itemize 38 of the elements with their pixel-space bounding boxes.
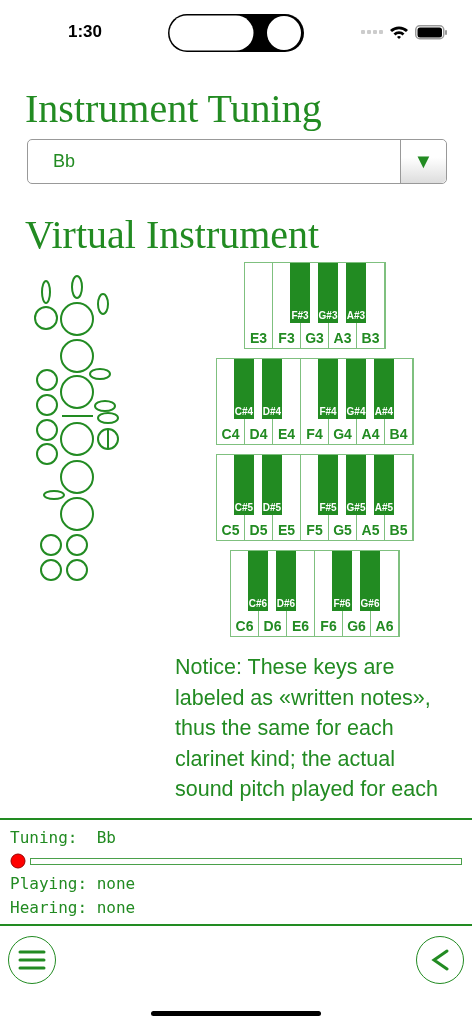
sharp-key[interactable]: C#6 [248, 551, 268, 611]
back-icon [431, 949, 449, 971]
tuning-value: Bb [96, 827, 116, 849]
sharp-key[interactable]: C#5 [234, 455, 254, 515]
battery-icon [415, 24, 448, 40]
back-button[interactable] [416, 936, 464, 984]
sharp-key[interactable]: G#6 [360, 551, 380, 611]
dropdown-value: Bb [52, 150, 77, 173]
sharp-key[interactable]: F#5 [318, 455, 338, 515]
sharp-key[interactable]: G#5 [346, 455, 366, 515]
sharp-key[interactable]: A#3 [346, 263, 366, 323]
sharp-key[interactable]: F#4 [318, 359, 338, 419]
wifi-icon [389, 24, 409, 40]
sharp-key[interactable]: D#4 [262, 359, 282, 419]
signal-icon [361, 29, 383, 35]
section-heading: Instrument Tuning [25, 86, 323, 132]
sharp-key[interactable]: F#6 [332, 551, 352, 611]
tuning-dropdown[interactable]: Bb ▼ [27, 139, 447, 184]
sharp-key[interactable]: D#6 [276, 551, 296, 611]
record-dot-icon [10, 853, 26, 869]
sharp-key[interactable]: D#5 [262, 455, 282, 515]
sharp-key[interactable]: G#4 [346, 359, 366, 419]
tuning-label: Tuning: [10, 827, 79, 849]
menu-icon [18, 950, 46, 970]
hearing-value: none [96, 897, 136, 919]
playing-value: none [96, 873, 136, 895]
status-time: 1:30 [68, 22, 104, 42]
natural-key[interactable]: E3 [245, 323, 273, 348]
hearing-label: Hearing: [10, 897, 89, 919]
sharp-key[interactable]: G#3 [318, 263, 338, 323]
sharp-key[interactable]: F#3 [290, 263, 310, 323]
sharp-key[interactable]: A#5 [374, 455, 394, 515]
menu-button[interactable] [8, 936, 56, 984]
sharp-key[interactable]: A#4 [374, 359, 394, 419]
sharp-key[interactable]: C#4 [234, 359, 254, 419]
playing-label: Playing: [10, 873, 89, 895]
section-heading: Virtual Instrument [25, 212, 321, 258]
notice-text: Notice: These keys are labeled as «written notes», thus the same for each clarinet kind; the actual sound pitch played for each [175, 654, 439, 803]
